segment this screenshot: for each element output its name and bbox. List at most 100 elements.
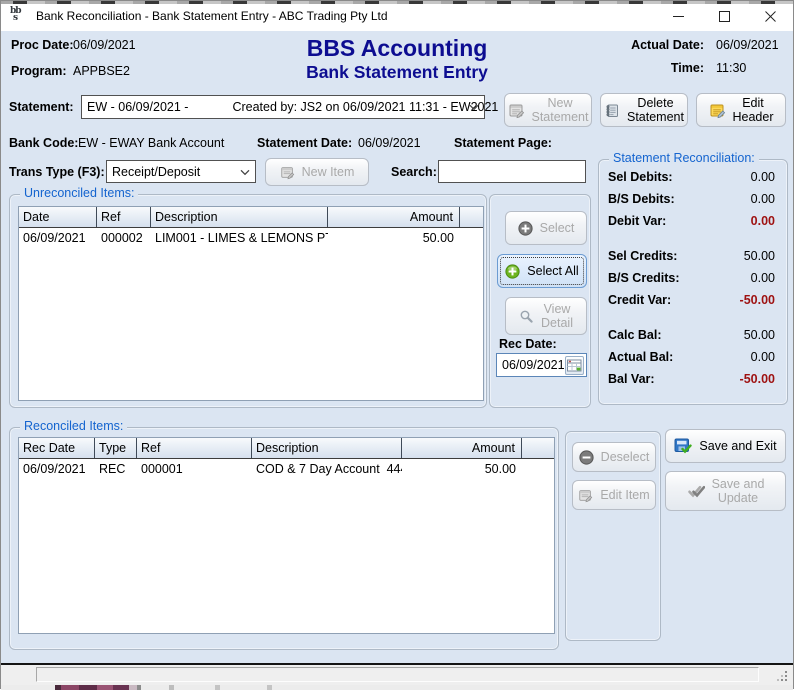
col-date: Date [19,207,97,227]
maximize-icon [719,11,730,22]
recon-label: Bal Var: [608,372,655,386]
app-icon: bb s [10,7,28,25]
delete-statement-button[interactable]: DeleteStatement [600,93,688,127]
time-value: 11:30 [716,61,784,75]
select-all-button[interactable]: Select All [497,254,587,288]
edit-header-line1: Edit [742,96,764,110]
table-row[interactable]: 06/09/2021 REC 000001 COD & 7 Day Accoun… [19,459,554,479]
table-row[interactable]: 06/09/2021 000002 LIM001 - LIMES & LEMON… [19,228,483,248]
recon-row-actual-bal: Actual Bal:0.00 [608,350,777,367]
cell-spacer [460,228,483,248]
minimize-icon [673,16,684,17]
select-all-plus-icon [505,264,520,279]
cell-type: REC [95,459,137,479]
select-label: Select [540,221,575,235]
view-detail-button[interactable]: ViewDetail [505,297,587,335]
recon-row-credit-var: Credit Var: -50.00 [608,293,777,310]
cell-spacer [522,459,554,479]
recon-value: -50.00 [740,293,775,307]
trans-type-combobox[interactable]: Receipt/Deposit [106,160,256,183]
delete-statement-line2: Statement [627,110,684,124]
save-and-exit-button[interactable]: Save and Exit [665,429,786,463]
maximize-button[interactable] [701,1,747,31]
trans-type-label: Trans Type (F3): [9,165,105,179]
reconciliation-group-title: Statement Reconciliation: [609,151,759,165]
minimize-button[interactable] [655,1,701,31]
cell-ref: 000001 [137,459,252,479]
reconciled-table: Rec Date Type Ref Description Amount 06/… [18,437,555,634]
recon-row-sel-credits: Sel Credits: 50.00 [608,249,777,266]
edit-item-button[interactable]: Edit Item [572,480,656,510]
window-title: Bank Reconciliation - Bank Statement Ent… [36,9,388,23]
search-input[interactable] [438,160,586,183]
datetime-block: Actual Date: 06/09/2021 Time: 11:30 [631,38,784,75]
save-and-update-line2: Update [718,491,758,505]
col-ref: Ref [137,438,252,458]
reconciled-table-header: Rec Date Type Ref Description Amount [19,438,554,459]
recon-label: Sel Credits: [608,249,677,263]
close-button[interactable] [747,1,793,31]
bank-code-label: Bank Code: [9,136,78,150]
actual-date-value: 06/09/2021 [716,38,784,52]
unreconciled-table: Date Ref Description Amount 06/09/2021 0… [18,206,484,401]
recon-row-bs-credits: B/S Credits:0.00 [608,271,777,288]
statement-combobox[interactable]: EW - 06/09/2021 - Created by: JS2 on 06/… [81,95,485,119]
magnifier-icon [519,309,534,324]
select-button[interactable]: Select [505,211,587,245]
recon-label: B/S Debits: [608,192,675,206]
col-spacer [460,207,483,227]
reconciliation-group: Statement Reconciliation: Sel Debits:0.0… [598,159,788,405]
new-statement-button[interactable]: NewStatement [504,93,592,127]
view-detail-line2: Detail [541,316,573,330]
resize-grip[interactable] [785,679,787,681]
background-window-edge [1,1,793,4]
col-type: Type [95,438,137,458]
edit-header-button[interactable]: EditHeader [696,93,786,127]
select-all-label: Select All [527,264,578,278]
close-icon [765,11,776,22]
rec-date-value: 06/09/2021 [502,358,565,372]
statusbar-panel [36,667,759,682]
new-item-label: New Item [302,165,355,179]
statement-combobox-value: EW - 06/09/2021 - [87,100,188,114]
edit-item-icon [578,488,593,503]
cell-ref: 000002 [97,228,151,248]
deselect-button[interactable]: Deselect [572,442,656,472]
statement-date-value: 06/09/2021 [358,136,421,150]
recon-label: Debit Var: [608,214,666,228]
recon-row-debit-var: Debit Var: 0.00 [608,214,777,231]
recon-label: Credit Var: [608,293,671,307]
cell-rec-date: 06/09/2021 [19,459,95,479]
new-item-button[interactable]: New Item [265,158,369,186]
recon-label: B/S Credits: [608,271,680,285]
trans-type-value: Receipt/Deposit [112,165,200,179]
actual-date-label: Actual Date: [631,38,704,52]
save-and-exit-label: Save and Exit [699,439,776,453]
time-label: Time: [631,61,704,75]
save-and-update-button[interactable]: Save andUpdate [665,471,786,511]
recon-row-calc-bal: Calc Bal:50.00 [608,328,777,345]
rec-date-field[interactable]: 06/09/2021 [496,353,587,377]
deselect-minus-icon [579,450,594,465]
rec-date-label: Rec Date: [499,337,557,351]
delete-statement-icon [604,102,620,119]
unreconciled-group-title: Unreconciled Items: [20,186,138,200]
cell-date: 06/09/2021 [19,228,97,248]
rec-date-picker-button[interactable] [565,356,584,375]
recon-value: 50.00 [744,249,775,263]
view-detail-line1: View [544,302,571,316]
cell-amount: 50.00 [328,228,460,248]
new-statement-line1: New [547,96,572,110]
save-and-update-line1: Save and [712,477,765,491]
recon-value: 0.00 [751,214,775,228]
recon-value: 0.00 [751,350,775,364]
edit-item-label: Edit Item [600,488,649,502]
recon-value: 0.00 [751,170,775,184]
selection-group: Select Select All ViewDetail Rec Date: 0… [489,194,591,408]
titlebar[interactable]: bb s Bank Reconciliation - Bank Statemen… [1,1,793,31]
save-exit-icon [674,438,692,454]
bank-code-value: EW - EWAY Bank Account [78,136,224,150]
recon-value: -50.00 [740,372,775,386]
cell-description: LIM001 - LIMES & LEMONS PTY L... [151,228,328,248]
col-description: Description [252,438,402,458]
